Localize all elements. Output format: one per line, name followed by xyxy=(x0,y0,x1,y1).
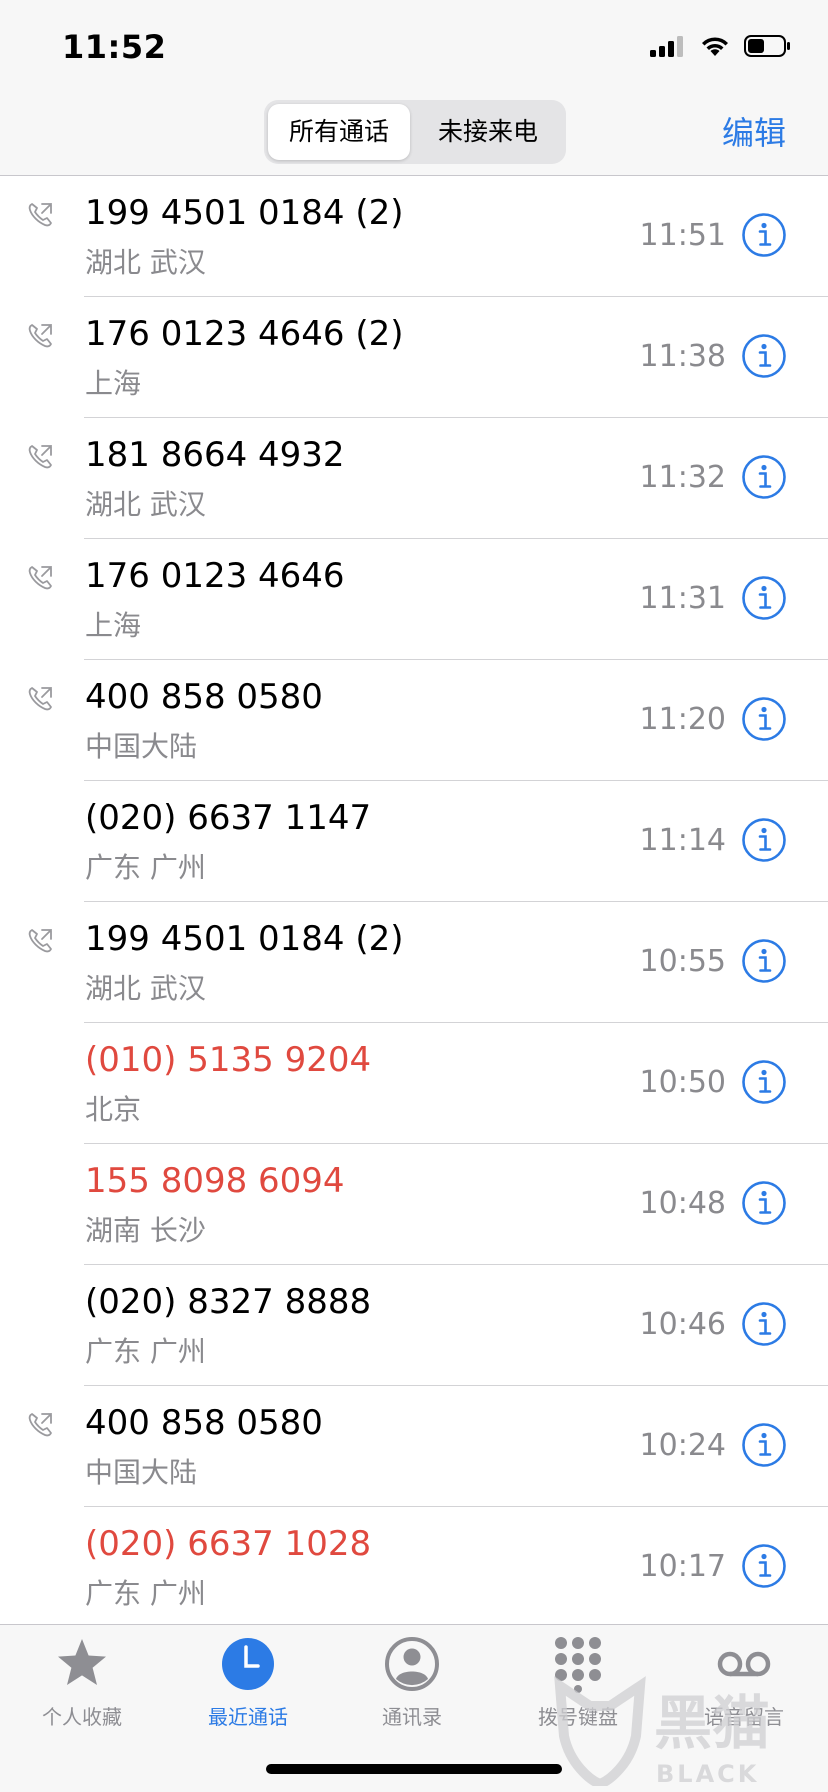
call-row[interactable]: (010) 5135 9204 北京 10:50 xyxy=(0,1023,828,1144)
call-row[interactable]: 181 8664 4932 湖北 武汉 11:32 xyxy=(0,418,828,539)
home-indicator xyxy=(266,1764,562,1774)
outgoing-call-icon xyxy=(28,687,52,711)
outgoing-call-icon xyxy=(28,203,52,227)
call-filter-segmented-control[interactable]: 所有通话 未接来电 xyxy=(264,100,566,164)
call-number: 199 4501 0184 (2) xyxy=(85,919,404,959)
outgoing-call-icon xyxy=(28,929,52,953)
info-icon[interactable] xyxy=(741,333,787,379)
info-icon[interactable] xyxy=(741,817,787,863)
call-time: 10:24 xyxy=(639,1428,726,1463)
call-row[interactable]: 155 8098 6094 湖南 长沙 10:48 xyxy=(0,1144,828,1265)
call-location: 湖北 武汉 xyxy=(85,972,206,1005)
call-time: 11:38 xyxy=(639,339,726,374)
call-time: 11:20 xyxy=(639,702,726,737)
info-icon[interactable] xyxy=(741,454,787,500)
call-time: 10:46 xyxy=(639,1307,726,1342)
call-location: 北京 xyxy=(85,1093,142,1126)
info-icon[interactable] xyxy=(741,1180,787,1226)
call-row[interactable]: 400 858 0580 中国大陆 10:24 xyxy=(0,1386,828,1507)
tab-label-contacts: 通讯录 xyxy=(382,1705,442,1729)
call-row[interactable]: (020) 8327 8888 广东 广州 10:46 xyxy=(0,1265,828,1386)
info-icon[interactable] xyxy=(741,1543,787,1589)
call-location: 中国大陆 xyxy=(85,1456,198,1489)
call-location: 湖北 武汉 xyxy=(85,488,206,521)
call-number: (020) 6637 1028 xyxy=(85,1524,372,1564)
call-row[interactable]: (020) 6637 1028 广东 广州 10:17 xyxy=(0,1507,828,1628)
wifi-icon xyxy=(702,37,728,56)
call-number: 199 4501 0184 (2) xyxy=(85,193,404,233)
star-icon xyxy=(58,1639,106,1685)
call-time: 10:17 xyxy=(639,1549,726,1584)
call-row[interactable]: 199 4501 0184 (2) 湖北 武汉 10:55 xyxy=(0,902,828,1023)
contact-icon xyxy=(385,1637,439,1691)
call-number: 400 858 0580 xyxy=(85,1403,323,1443)
cat-logo-icon xyxy=(554,1676,646,1786)
outgoing-call-icon xyxy=(28,566,52,590)
info-icon[interactable] xyxy=(741,938,787,984)
battery-icon xyxy=(744,35,790,57)
call-number: (020) 8327 8888 xyxy=(85,1282,372,1322)
info-icon[interactable] xyxy=(741,1059,787,1105)
header: 所有通话 未接来电 编辑 xyxy=(0,96,828,176)
clock-icon xyxy=(222,1638,274,1690)
call-number: 176 0123 4646 (2) xyxy=(85,314,404,354)
call-row[interactable]: 400 858 0580 中国大陆 11:20 xyxy=(0,660,828,781)
status-bar: 11:52 xyxy=(0,0,828,96)
black-cat-watermark: 黑猫 BLACK CAT xyxy=(550,1676,820,1792)
call-location: 湖南 长沙 xyxy=(85,1214,206,1247)
outgoing-call-icon xyxy=(28,445,52,469)
call-number: 176 0123 4646 xyxy=(85,556,345,596)
call-number: 181 8664 4932 xyxy=(85,435,345,475)
info-icon[interactable] xyxy=(741,575,787,621)
outgoing-call-icon xyxy=(28,324,52,348)
call-time: 10:48 xyxy=(639,1186,726,1221)
call-row[interactable]: 199 4501 0184 (2) 湖北 武汉 11:51 xyxy=(0,176,828,297)
call-location: 广东 广州 xyxy=(85,851,206,884)
call-time: 10:50 xyxy=(639,1065,726,1100)
call-number: 400 858 0580 xyxy=(85,677,323,717)
call-location: 上海 xyxy=(85,367,142,400)
recent-calls-list: 199 4501 0184 (2) 湖北 武汉 11:51 176 0123 4646… xyxy=(0,176,828,1628)
watermark-cn: 黑猫 xyxy=(654,1689,771,1757)
call-row[interactable]: 176 0123 4646 上海 11:31 xyxy=(0,539,828,660)
call-number: 155 8098 6094 xyxy=(85,1161,345,1201)
call-location: 湖北 武汉 xyxy=(85,246,206,279)
tab-label-recents: 最近通话 xyxy=(208,1705,288,1729)
call-location: 广东 广州 xyxy=(85,1577,206,1610)
call-time: 11:31 xyxy=(639,581,726,616)
segment-all-calls[interactable]: 所有通话 xyxy=(268,104,410,160)
tab-favorites[interactable]: 个人收藏 xyxy=(22,1635,142,1730)
call-location: 上海 xyxy=(85,609,142,642)
call-time: 11:32 xyxy=(639,460,726,495)
tab-label-favorites: 个人收藏 xyxy=(42,1705,122,1729)
call-location: 中国大陆 xyxy=(85,730,198,763)
tab-recents[interactable]: 最近通话 xyxy=(188,1635,308,1730)
call-row[interactable]: (020) 6637 1147 广东 广州 11:14 xyxy=(0,781,828,902)
call-time: 11:14 xyxy=(639,823,726,858)
watermark-en: BLACK CAT xyxy=(656,1760,760,1792)
call-number: (010) 5135 9204 xyxy=(85,1040,372,1080)
status-time: 11:52 xyxy=(62,28,167,66)
status-icons xyxy=(650,34,792,58)
info-icon[interactable] xyxy=(741,212,787,258)
call-time: 11:51 xyxy=(639,218,726,253)
segment-missed-calls[interactable]: 未接来电 xyxy=(414,104,562,160)
call-time: 10:55 xyxy=(639,944,726,979)
call-location: 广东 广州 xyxy=(85,1335,206,1368)
call-row[interactable]: 176 0123 4646 (2) 上海 11:38 xyxy=(0,297,828,418)
cellular-signal-icon xyxy=(650,36,683,57)
outgoing-call-icon xyxy=(28,1413,52,1437)
edit-button[interactable]: 编辑 xyxy=(722,108,786,154)
call-number: (020) 6637 1147 xyxy=(85,798,372,838)
info-icon[interactable] xyxy=(741,1301,787,1347)
info-icon[interactable] xyxy=(741,1422,787,1468)
info-icon[interactable] xyxy=(741,696,787,742)
tab-contacts[interactable]: 通讯录 xyxy=(352,1635,472,1730)
